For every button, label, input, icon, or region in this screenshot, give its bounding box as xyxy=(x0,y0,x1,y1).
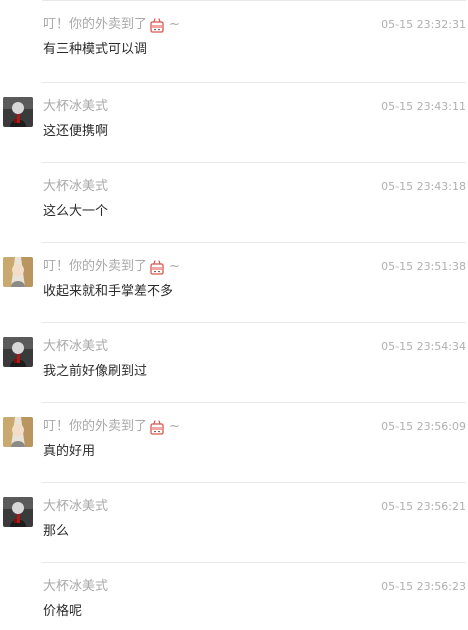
message-timestamp: 05-15 23:43:18 xyxy=(381,180,466,193)
message-text: 真的好用 xyxy=(43,444,96,459)
message-divider xyxy=(42,82,466,83)
chat-message: 大杯冰美式 05-15 23:54:34 我之前好像刷到过 xyxy=(0,322,468,402)
message-header: 大杯冰美式 xyxy=(43,578,108,596)
profile-avatar[interactable] xyxy=(3,257,33,287)
profile-avatar[interactable] xyxy=(3,497,33,527)
message-text: 这还便携啊 xyxy=(43,124,109,139)
nickname-suffix: ~ xyxy=(169,17,180,32)
message-timestamp: 05-15 23:32:31 xyxy=(381,18,466,31)
message-header: 大杯冰美式 xyxy=(43,338,108,356)
chat-history-feed: 叮！你的外卖到了 ~ 05-15 23:32:31 有三种模式可以调 大杯冰美式… xyxy=(0,0,468,630)
sender-nickname[interactable]: 叮！你的外卖到了 xyxy=(43,258,147,276)
message-timestamp: 05-15 23:56:21 xyxy=(381,500,466,513)
sender-nickname[interactable]: 大杯冰美式 xyxy=(43,338,108,356)
takeout-box-emoji-icon xyxy=(149,419,165,435)
profile-avatar[interactable] xyxy=(3,337,33,367)
message-header: 大杯冰美式 xyxy=(43,178,108,196)
nickname-suffix: ~ xyxy=(169,259,180,274)
message-header: 叮！你的外卖到了 ~ xyxy=(43,258,180,276)
message-divider xyxy=(42,242,466,243)
message-text: 价格呢 xyxy=(43,604,83,619)
chat-message: 大杯冰美式 05-15 23:56:21 那么 xyxy=(0,482,468,562)
sender-nickname[interactable]: 大杯冰美式 xyxy=(43,578,108,596)
message-text: 那么 xyxy=(43,524,70,539)
sender-nickname[interactable]: 叮！你的外卖到了 xyxy=(43,418,147,436)
sender-nickname[interactable]: 叮！你的外卖到了 xyxy=(43,16,147,34)
message-timestamp: 05-15 23:56:09 xyxy=(381,420,466,433)
chat-message: 叮！你的外卖到了 ~ 05-15 23:56:09 真的好用 xyxy=(0,402,468,482)
profile-avatar[interactable] xyxy=(3,97,33,127)
message-divider xyxy=(42,562,466,563)
message-text: 有三种模式可以调 xyxy=(43,42,148,57)
message-divider xyxy=(42,0,466,1)
chat-message: 叮！你的外卖到了 ~ 05-15 23:51:38 收起来就和手掌差不多 xyxy=(0,242,468,322)
message-text: 这么大一个 xyxy=(43,204,109,219)
message-text: 收起来就和手掌差不多 xyxy=(43,284,174,299)
message-timestamp: 05-15 23:51:38 xyxy=(381,260,466,273)
sender-nickname[interactable]: 大杯冰美式 xyxy=(43,178,108,196)
takeout-box-emoji-icon xyxy=(149,259,165,275)
sender-nickname[interactable]: 大杯冰美式 xyxy=(43,498,108,516)
chat-message: 大杯冰美式 05-15 23:43:18 这么大一个 xyxy=(0,162,468,242)
message-timestamp: 05-15 23:56:23 xyxy=(381,580,466,593)
message-header: 大杯冰美式 xyxy=(43,498,108,516)
message-header: 大杯冰美式 xyxy=(43,98,108,116)
message-timestamp: 05-15 23:43:11 xyxy=(381,100,466,113)
message-divider xyxy=(42,162,466,163)
takeout-box-emoji-icon xyxy=(149,17,165,33)
message-divider xyxy=(42,322,466,323)
message-text: 我之前好像刷到过 xyxy=(43,364,148,379)
message-timestamp: 05-15 23:54:34 xyxy=(381,340,466,353)
chat-message: 大杯冰美式 05-15 23:43:11 这还便携啊 xyxy=(0,82,468,162)
message-divider xyxy=(42,482,466,483)
chat-message: 大杯冰美式 05-15 23:56:23 价格呢 xyxy=(0,562,468,630)
chat-message: 叮！你的外卖到了 ~ 05-15 23:32:31 有三种模式可以调 xyxy=(0,0,468,80)
sender-nickname[interactable]: 大杯冰美式 xyxy=(43,98,108,116)
profile-avatar[interactable] xyxy=(3,417,33,447)
message-header: 叮！你的外卖到了 ~ xyxy=(43,418,180,436)
nickname-suffix: ~ xyxy=(169,419,180,434)
message-header: 叮！你的外卖到了 ~ xyxy=(43,16,180,34)
message-divider xyxy=(42,402,466,403)
